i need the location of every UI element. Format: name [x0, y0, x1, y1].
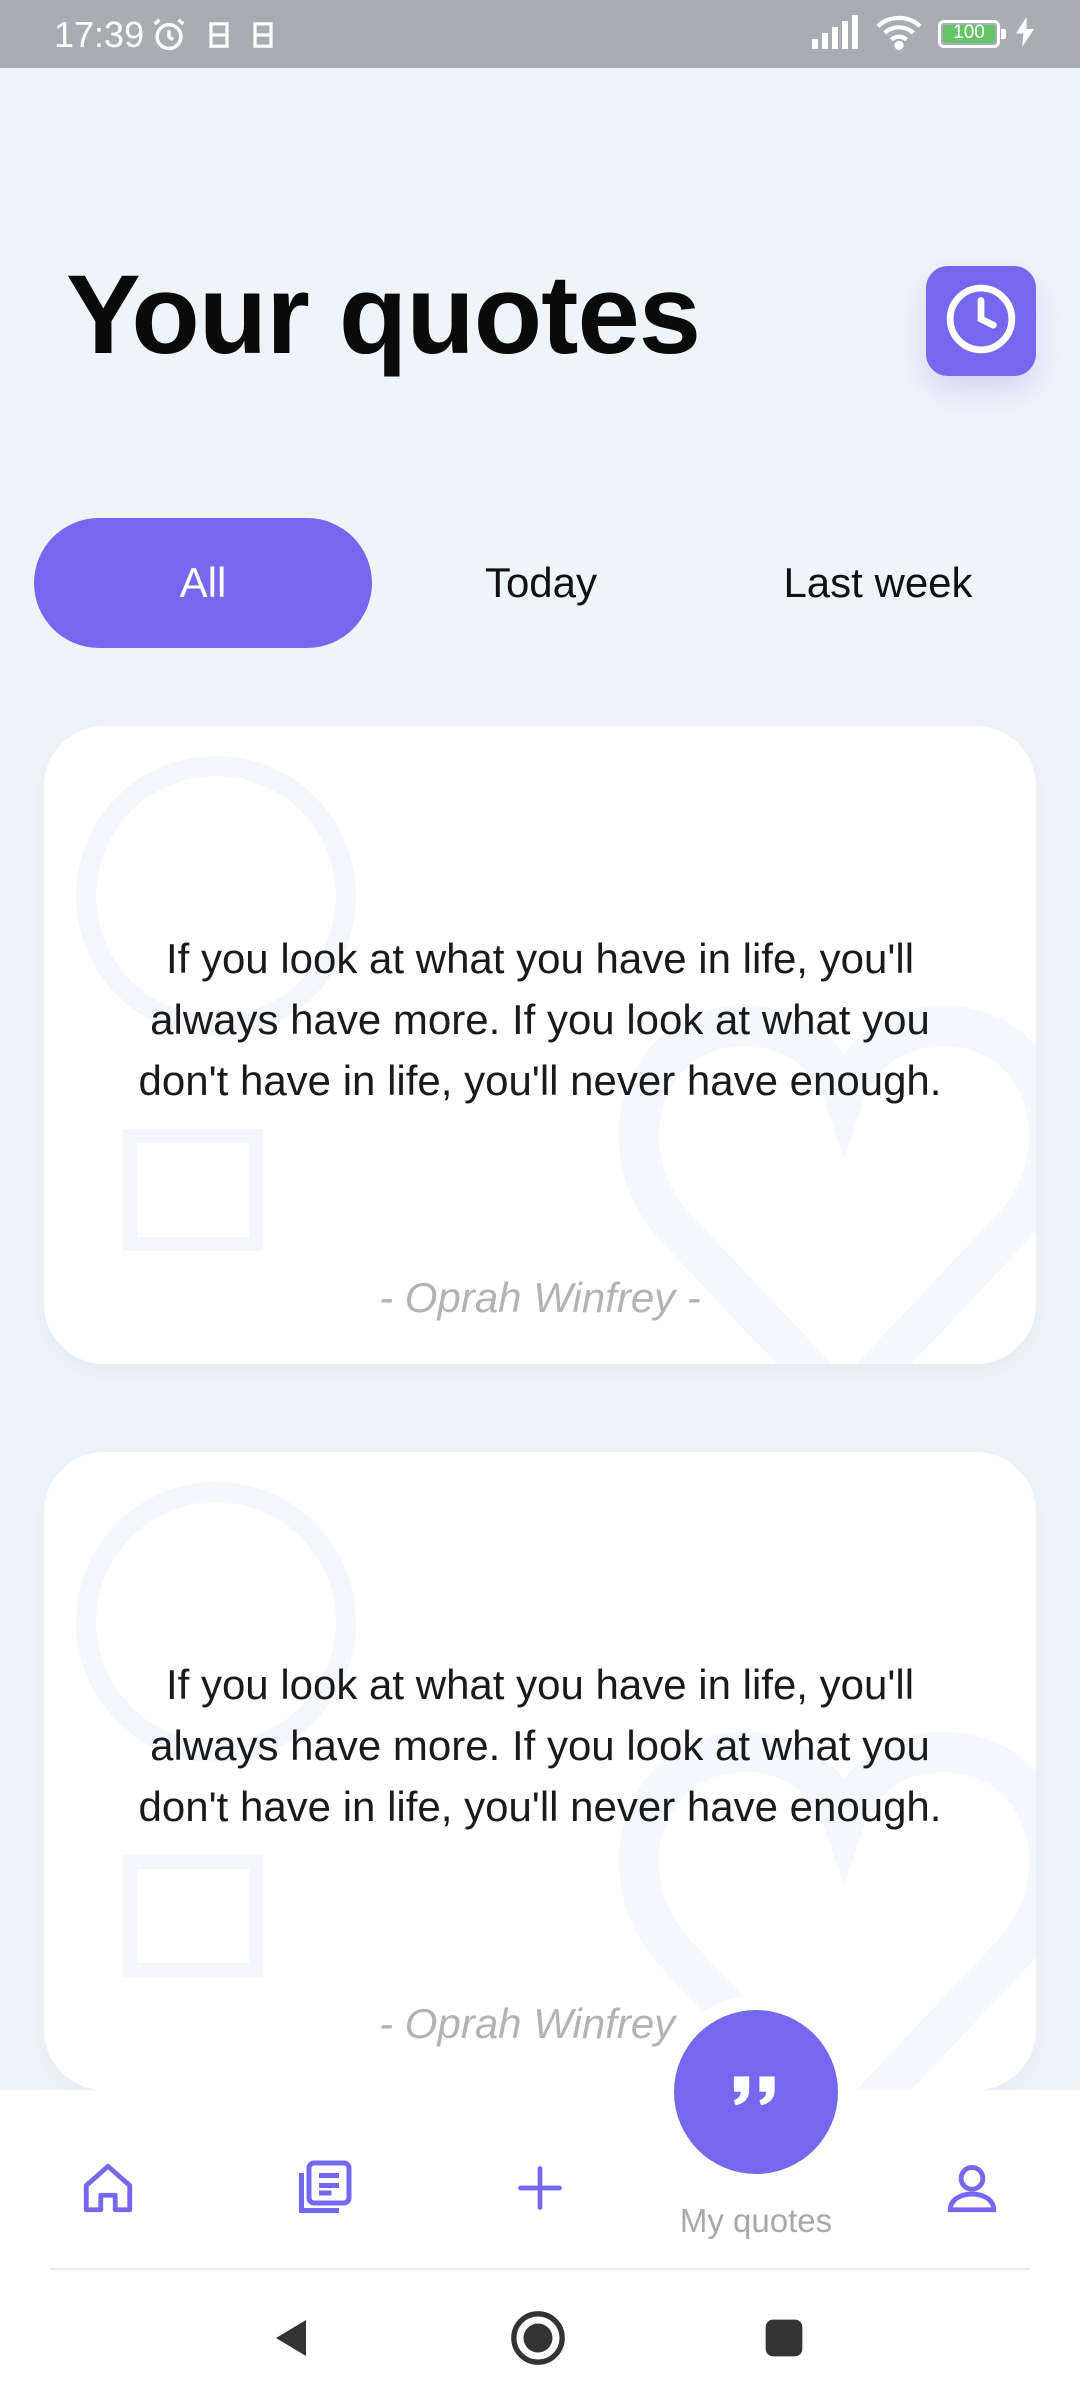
status-left-icons — [150, 16, 276, 58]
nav-add[interactable] — [500, 2150, 580, 2230]
battery-level: 100 — [953, 22, 985, 43]
tab-all[interactable]: All — [34, 518, 372, 648]
tab-last-week[interactable]: Last week — [710, 518, 1046, 648]
filter-tabs: All Today Last week — [34, 518, 1046, 648]
status-right-icons: 100 — [810, 14, 1034, 54]
quote-text: If you look at what you have in life, yo… — [138, 1661, 942, 1830]
back-icon — [268, 2313, 316, 2367]
nav-home[interactable] — [68, 2150, 148, 2230]
quote-card[interactable]: If you look at what you have in life, yo… — [44, 726, 1036, 1364]
quote-author: - Oprah Winfrey - — [379, 2000, 701, 2047]
alarm-icon — [150, 16, 188, 58]
quote-text: If you look at what you have in life, yo… — [138, 935, 942, 1104]
quote-icon — [730, 2073, 782, 2111]
notification-icon — [250, 19, 276, 55]
tab-today[interactable]: Today — [372, 518, 710, 648]
notification-icon — [206, 19, 232, 55]
bottom-navigation — [0, 2090, 1080, 2270]
home-circle-icon — [509, 2309, 567, 2371]
page-title: Your quotes — [66, 252, 701, 377]
battery-icon: 100 — [938, 20, 1006, 48]
library-icon — [294, 2158, 354, 2222]
quote-author: - Oprah Winfrey - — [379, 1274, 701, 1321]
nav-my-quotes-label: My quotes — [679, 2202, 833, 2239]
history-button[interactable] — [926, 266, 1036, 376]
profile-icon — [943, 2159, 1001, 2221]
wifi-icon — [876, 14, 922, 54]
signal-icon — [810, 15, 860, 53]
system-navigation-bar — [0, 2270, 1080, 2400]
plus-icon — [514, 2162, 566, 2218]
nav-profile[interactable] — [932, 2150, 1012, 2230]
nav-my-quotes[interactable] — [674, 2010, 838, 2174]
nav-library[interactable] — [284, 2150, 364, 2230]
quote-card[interactable]: If you look at what you have in life, yo… — [44, 1452, 1036, 2090]
home-button[interactable] — [508, 2310, 568, 2370]
back-button[interactable] — [262, 2310, 322, 2370]
charging-icon — [1016, 17, 1034, 51]
recents-icon — [762, 2316, 806, 2364]
status-time: 17:39 — [54, 14, 145, 55]
recents-button[interactable] — [754, 2310, 814, 2370]
clock-icon — [944, 282, 1018, 360]
status-bar: 17:39 100 — [0, 0, 1080, 68]
home-icon — [79, 2159, 137, 2221]
